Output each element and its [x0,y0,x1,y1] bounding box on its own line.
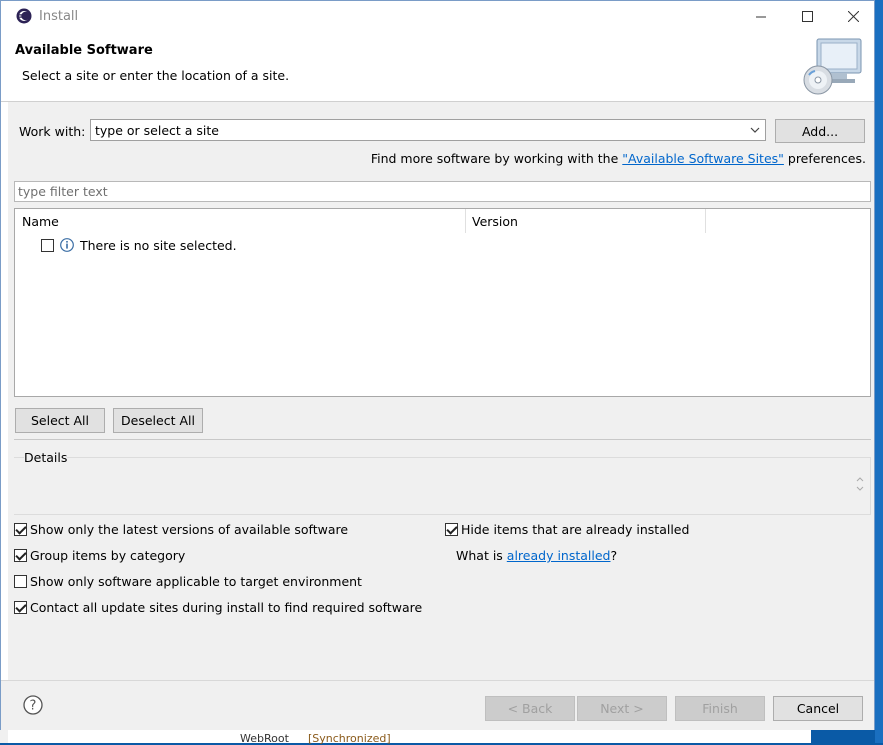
filter-input[interactable]: type filter text [14,181,871,202]
desktop-background [875,0,883,743]
option-latest-versions[interactable]: Show only the latest versions of availab… [14,522,348,537]
background-project-status: [Synchronized] [308,732,391,745]
contact-sites-checkbox[interactable] [14,601,27,614]
details-label: Details [24,450,68,465]
filter-placeholder: type filter text [18,184,108,199]
what-is-prefix: What is [456,548,503,563]
find-more-suffix: preferences. [783,151,866,166]
select-all-button[interactable]: Select All [15,408,105,433]
tree-row[interactable]: There is no site selected. [41,237,237,253]
cancel-button[interactable]: Cancel [773,696,863,721]
background-window-bottom-edge: WebRoot [Synchronized] [8,730,811,745]
option-group-by-category[interactable]: Group items by category [14,548,185,563]
column-name-header[interactable]: Name [22,214,59,229]
minimize-button[interactable] [738,1,784,32]
eclipse-icon [16,8,32,24]
hide-installed-label: Hide items that are already installed [461,522,690,537]
svg-text:?: ? [30,699,37,714]
page-description: Select a site or enter the location of a… [22,68,290,83]
close-icon [847,11,859,22]
add-site-button[interactable]: Add... [775,119,865,143]
find-more-text: Find more software by working with the "… [371,151,866,166]
finish-button[interactable]: Finish [675,696,765,721]
column-divider[interactable] [465,209,466,233]
work-with-label: Work with: [19,124,86,139]
option-applicable-target[interactable]: Show only software applicable to target … [14,574,362,589]
separator [14,439,871,440]
deselect-all-button[interactable]: Deselect All [113,408,203,433]
what-is-installed: What is already installed? [456,548,617,563]
title-bar: Install [1,1,874,32]
software-tree[interactable]: Name Version There is no site selected. [14,208,871,397]
window-title: Install [39,9,79,24]
install-computer-icon [803,38,862,95]
tree-row-checkbox[interactable] [41,238,54,252]
what-is-suffix: ? [610,548,618,563]
available-software-sites-link[interactable]: "Available Software Sites" [622,151,784,166]
latest-versions-label: Show only the latest versions of availab… [30,522,349,537]
option-contact-update-sites[interactable]: Contact all update sites during install … [14,600,422,615]
details-scroll-arrows[interactable] [855,474,865,494]
wizard-banner: Available Software Select a site or ente… [1,32,874,102]
latest-versions-checkbox[interactable] [14,523,27,536]
group-category-label: Group items by category [30,548,186,563]
column-version-header[interactable]: Version [472,214,518,229]
info-icon [60,238,74,252]
install-dialog: Install Available Software Select a site… [0,0,875,730]
tree-header: Name Version [15,209,870,233]
tree-row-label: There is no site selected. [80,237,237,253]
next-button[interactable]: Next > [577,696,667,721]
details-group [14,457,871,515]
hide-installed-checkbox[interactable] [445,523,458,536]
page-title: Available Software [15,43,153,58]
help-icon[interactable]: ? [23,695,43,715]
close-button[interactable] [830,1,876,32]
contact-sites-label: Contact all update sites during install … [30,600,423,615]
chevron-down-icon [750,127,760,133]
back-button[interactable]: < Back [485,696,575,721]
applicable-target-label: Show only software applicable to target … [30,574,362,589]
wizard-footer: ? < Back Next > Finish Cancel [1,680,874,730]
option-hide-installed[interactable]: Hide items that are already installed [445,522,689,537]
wizard-content: Work with: type or select a site Add... … [8,102,874,680]
work-with-combo[interactable]: type or select a site [90,119,766,141]
maximize-icon [801,11,813,22]
group-category-checkbox[interactable] [14,549,27,562]
applicable-target-checkbox[interactable] [14,575,27,588]
minimize-icon [756,16,766,17]
already-installed-link[interactable]: already installed [507,548,611,563]
column-divider[interactable] [705,209,706,233]
scroll-up-down-icon [856,477,864,491]
work-with-value: type or select a site [95,123,219,138]
background-project-name: WebRoot [240,732,289,745]
maximize-button[interactable] [784,1,830,32]
find-more-prefix: Find more software by working with the [370,151,623,166]
